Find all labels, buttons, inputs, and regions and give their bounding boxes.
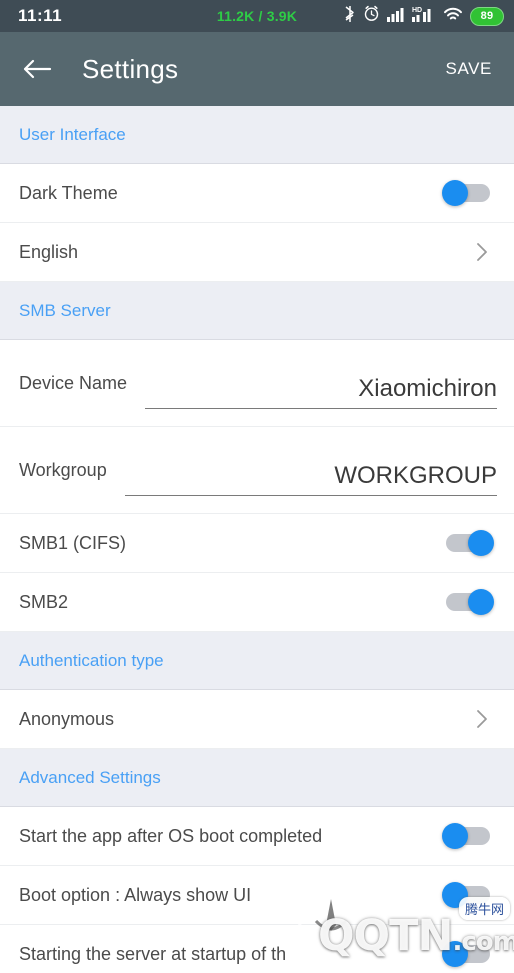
- setting-row-smb2[interactable]: SMB2: [0, 573, 514, 632]
- section-header-label: Advanced Settings: [19, 767, 161, 787]
- status-bar-icons: HD 89: [344, 5, 504, 28]
- dark-theme-toggle[interactable]: [442, 180, 494, 206]
- row-label: SMB1 (CIFS): [19, 532, 127, 553]
- row-label: Start the app after OS boot completed: [19, 825, 323, 846]
- section-header-authentication-type: Authentication type: [0, 632, 514, 690]
- signal-bars-icon: [387, 6, 405, 27]
- svg-text:HD: HD: [412, 7, 422, 14]
- row-label: English: [19, 241, 79, 262]
- section-header-user-interface: User Interface: [0, 106, 514, 164]
- row-label: Boot option : Always show UI: [19, 884, 252, 905]
- smb1-toggle[interactable]: [442, 530, 494, 556]
- section-header-label: Authentication type: [19, 650, 164, 670]
- workgroup-input[interactable]: WORKGROUP: [124, 444, 497, 496]
- row-label: Device Name: [19, 372, 128, 393]
- row-label: Starting the server at startup of th: [19, 943, 287, 964]
- setting-row-dark-theme[interactable]: Dark Theme: [0, 164, 514, 223]
- boot-option-toggle[interactable]: [442, 882, 494, 908]
- setting-row-start-server-at-startup[interactable]: Starting the server at startup of th: [0, 925, 514, 973]
- battery-level-label: 89: [480, 10, 494, 22]
- toggle-thumb: [442, 180, 468, 206]
- setting-row-workgroup[interactable]: Workgroup WORKGROUP: [0, 427, 514, 514]
- signal-bars-hd-icon: HD: [412, 5, 436, 27]
- toggle-thumb: [468, 530, 494, 556]
- setting-row-boot-option[interactable]: Boot option : Always show UI: [0, 866, 514, 925]
- device-name-input[interactable]: Xiaomichiron: [145, 357, 497, 409]
- setting-row-authentication[interactable]: Anonymous: [0, 690, 514, 749]
- section-header-smb-server: SMB Server: [0, 282, 514, 340]
- back-arrow-icon[interactable]: [20, 52, 54, 86]
- smb2-toggle[interactable]: [442, 589, 494, 615]
- bluetooth-icon: [344, 5, 356, 28]
- device-name-value: Xiaomichiron: [358, 375, 497, 402]
- wifi-icon: [443, 6, 463, 27]
- chevron-right-icon: [471, 241, 493, 263]
- row-label: Anonymous: [19, 708, 115, 729]
- start-after-boot-toggle[interactable]: [442, 823, 494, 849]
- workgroup-value: WORKGROUP: [334, 462, 497, 489]
- row-label: Dark Theme: [19, 182, 118, 203]
- toggle-thumb: [442, 882, 468, 908]
- status-bar: 11:11 11.2K / 3.9K HD 89: [0, 0, 514, 32]
- battery-indicator: 89: [470, 6, 504, 26]
- setting-row-device-name[interactable]: Device Name Xiaomichiron: [0, 340, 514, 427]
- chevron-right-icon: [471, 708, 493, 730]
- section-header-advanced-settings: Advanced Settings: [0, 749, 514, 807]
- app-toolbar: Settings SAVE: [0, 32, 514, 106]
- save-button[interactable]: SAVE: [446, 59, 493, 79]
- setting-row-start-after-boot[interactable]: Start the app after OS boot completed: [0, 807, 514, 866]
- row-label: SMB2: [19, 591, 69, 612]
- toggle-thumb: [442, 941, 468, 967]
- section-header-label: SMB Server: [19, 300, 111, 320]
- settings-list: User Interface Dark Theme English SMB Se…: [0, 106, 514, 973]
- setting-row-language[interactable]: English: [0, 223, 514, 282]
- section-header-label: User Interface: [19, 124, 126, 144]
- row-label: Workgroup: [19, 459, 107, 480]
- status-bar-clock: 11:11: [18, 6, 63, 25]
- toggle-thumb: [442, 823, 468, 849]
- start-server-at-startup-toggle[interactable]: [442, 941, 494, 967]
- alarm-icon: [363, 5, 380, 27]
- setting-row-smb1[interactable]: SMB1 (CIFS): [0, 514, 514, 573]
- toggle-thumb: [468, 589, 494, 615]
- page-title: Settings: [82, 53, 179, 84]
